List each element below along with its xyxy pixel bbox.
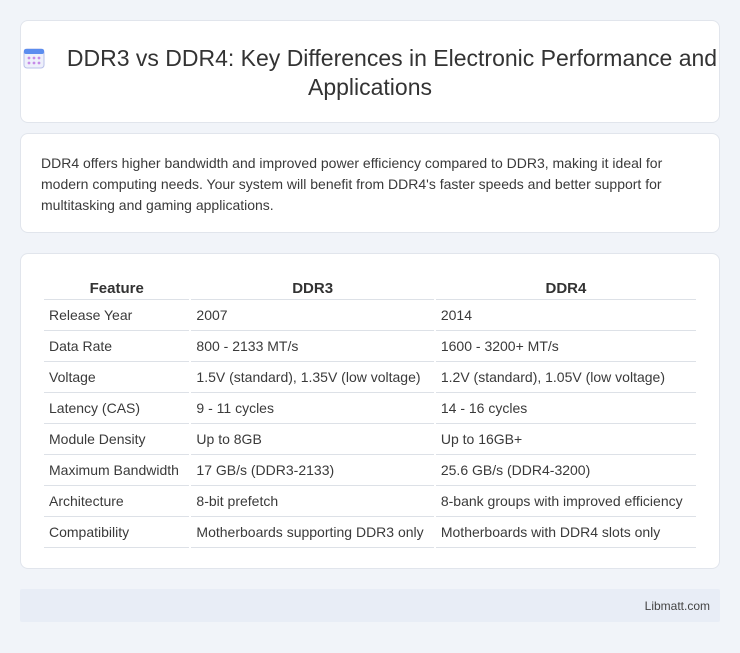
- comparison-table: Feature DDR3 DDR4 Release Year 2007 2014…: [42, 274, 698, 548]
- ddr4-cell: 1.2V (standard), 1.05V (low voltage): [435, 362, 696, 393]
- feature-cell: Maximum Bandwidth: [44, 455, 190, 486]
- table-header-row: Feature DDR3 DDR4: [44, 274, 696, 300]
- feature-cell: Module Density: [44, 424, 190, 455]
- footer: Libmatt.com: [20, 589, 720, 622]
- comparison-card: Feature DDR3 DDR4 Release Year 2007 2014…: [20, 253, 720, 569]
- feature-cell: Compatibility: [44, 517, 190, 548]
- ddr3-cell: 800 - 2133 MT/s: [191, 331, 434, 362]
- header-ddr3: DDR3: [191, 274, 434, 300]
- title-card: DDR3 vs DDR4: Key Differences in Electro…: [20, 20, 720, 123]
- header-feature: Feature: [44, 274, 190, 300]
- ddr3-cell: Motherboards supporting DDR3 only: [191, 517, 434, 548]
- ddr4-cell: Up to 16GB+: [435, 424, 696, 455]
- feature-cell: Data Rate: [44, 331, 190, 362]
- table-row: Architecture 8-bit prefetch 8-bank group…: [44, 486, 696, 517]
- header-ddr4: DDR4: [435, 274, 696, 300]
- table-row: Voltage 1.5V (standard), 1.35V (low volt…: [44, 362, 696, 393]
- ddr4-cell: 2014: [435, 300, 696, 331]
- footer-brand: Libmatt.com: [644, 599, 710, 613]
- table-row: Data Rate 800 - 2133 MT/s 1600 - 3200+ M…: [44, 331, 696, 362]
- feature-cell: Release Year: [44, 300, 190, 331]
- table-row: Latency (CAS) 9 - 11 cycles 14 - 16 cycl…: [44, 393, 696, 424]
- ddr3-cell: 1.5V (standard), 1.35V (low voltage): [191, 362, 434, 393]
- ddr3-cell: 9 - 11 cycles: [191, 393, 434, 424]
- ddr3-cell: 8-bit prefetch: [191, 486, 434, 517]
- summary-text: DDR4 offers higher bandwidth and improve…: [41, 155, 663, 213]
- ddr4-cell: 14 - 16 cycles: [435, 393, 696, 424]
- page-title: DDR3 vs DDR4: Key Differences in Electro…: [66, 45, 718, 100]
- ddr3-cell: Up to 8GB: [191, 424, 434, 455]
- feature-cell: Voltage: [44, 362, 190, 393]
- summary-card: DDR4 offers higher bandwidth and improve…: [20, 133, 720, 233]
- ddr3-cell: 17 GB/s (DDR3-2133): [191, 455, 434, 486]
- ddr4-cell: 25.6 GB/s (DDR4-3200): [435, 455, 696, 486]
- ddr4-cell: Motherboards with DDR4 slots only: [435, 517, 696, 548]
- calendar-icon: [23, 48, 45, 69]
- feature-cell: Architecture: [44, 486, 190, 517]
- table-row: Compatibility Motherboards supporting DD…: [44, 517, 696, 548]
- table-row: Module Density Up to 8GB Up to 16GB+: [44, 424, 696, 455]
- ddr4-cell: 1600 - 3200+ MT/s: [435, 331, 696, 362]
- ddr4-cell: 8-bank groups with improved efficiency: [435, 486, 696, 517]
- table-row: Release Year 2007 2014: [44, 300, 696, 331]
- table-row: Maximum Bandwidth 17 GB/s (DDR3-2133) 25…: [44, 455, 696, 486]
- feature-cell: Latency (CAS): [44, 393, 190, 424]
- ddr3-cell: 2007: [191, 300, 434, 331]
- title-wrap: DDR3 vs DDR4: Key Differences in Electro…: [21, 44, 719, 102]
